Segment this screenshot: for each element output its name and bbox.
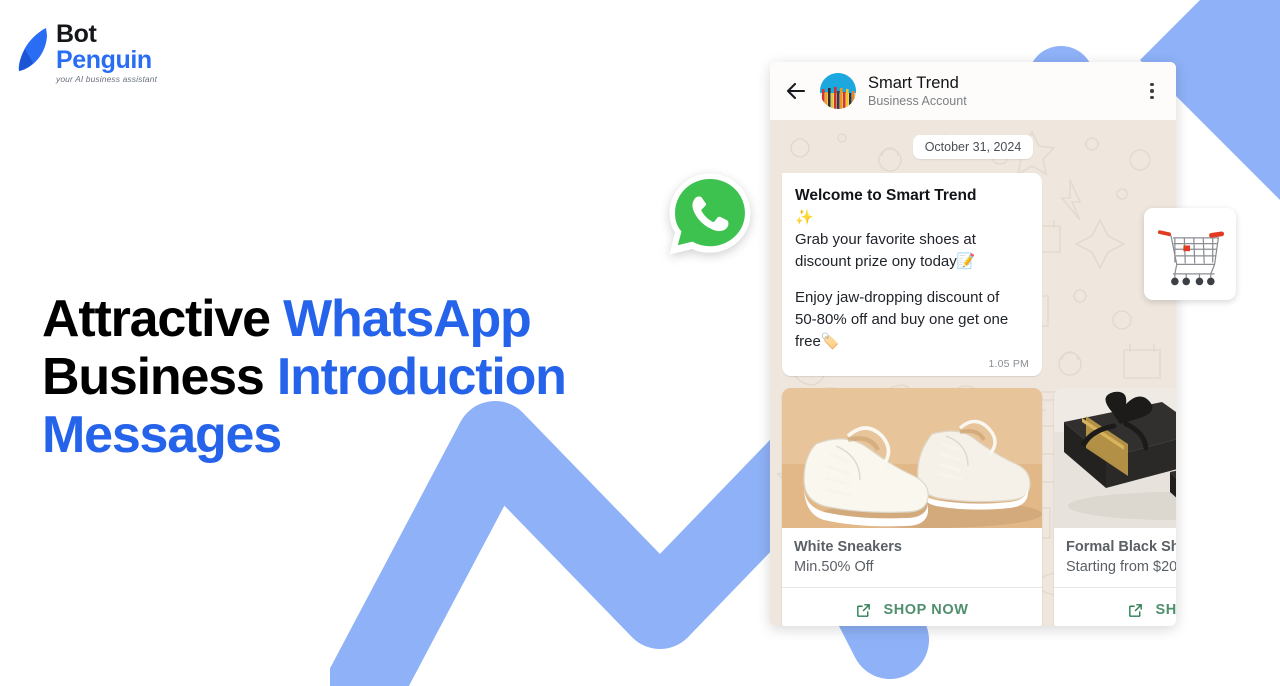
page-title: Attractive WhatsApp Business Introductio…	[42, 290, 662, 464]
logo-word-bot: Bot	[56, 20, 97, 48]
headline-part-1: Attractive	[42, 289, 284, 348]
chat-contact-subtitle: Business Account	[868, 93, 967, 108]
product-info: Formal Black Shoes Starting from $20	[1054, 528, 1176, 587]
white-sneakers-photo	[782, 388, 1042, 528]
headline-part-5: Messages	[42, 405, 282, 464]
date-divider-row: October 31, 2024	[782, 120, 1164, 159]
white-sneakers-image	[782, 388, 1042, 528]
shop-now-button[interactable]: SHOP NOW	[782, 587, 1042, 626]
product-card[interactable]: Formal Black Shoes Starting from $20 SHO…	[1054, 388, 1176, 626]
chat-body: October 31, 2024 Welcome to Smart Trend …	[770, 120, 1176, 626]
product-card-carousel[interactable]: White Sneakers Min.50% Off SHOP NOW Form…	[782, 388, 1176, 626]
shop-now-label: SHOP NOW	[1155, 602, 1176, 618]
bubble-line-5-text: free	[795, 333, 821, 350]
shopping-cart-icon	[1157, 230, 1225, 286]
shop-now-button[interactable]: SHOP NOW	[1054, 587, 1176, 626]
shop-now-label: SHOP NOW	[883, 602, 969, 618]
headline-part-4: Introduction	[276, 347, 567, 406]
whatsapp-chat-panel: Smart Trend Business Account October 31,…	[770, 62, 1176, 626]
avatar[interactable]	[820, 73, 856, 109]
product-title: Formal Black Shoes	[1066, 539, 1176, 555]
bubble-title: Welcome to Smart Trend	[795, 187, 977, 204]
memo-emoji: 📝	[956, 253, 976, 270]
bubble-line-3: Enjoy jaw-dropping discount of	[795, 289, 1000, 306]
tag-emoji: 🏷️	[820, 333, 840, 350]
external-link-icon	[857, 603, 871, 617]
chat-contact-name: Smart Trend	[868, 73, 959, 92]
penguin-icon	[18, 28, 47, 71]
logo-tagline: your AI business assistant	[56, 74, 158, 84]
product-title: White Sneakers	[794, 539, 902, 555]
bubble-line-5: free🏷️	[795, 332, 1029, 352]
product-info: White Sneakers Min.50% Off	[782, 528, 1042, 587]
bubble-line-2-text: discount prize ony today	[795, 253, 957, 270]
bubble-line-4: 50-80% off and buy one get one	[795, 311, 1009, 328]
bubble-line-2: discount prize ony today📝	[795, 252, 1029, 272]
bubble-line-1: Grab your favorite shoes at	[795, 231, 976, 248]
chat-message-list[interactable]: October 31, 2024 Welcome to Smart Trend …	[782, 120, 1176, 626]
avatar-image	[820, 73, 856, 109]
external-link-icon	[1129, 603, 1143, 617]
headline-part-2: WhatsApp	[283, 289, 532, 348]
product-subtitle: Starting from $20	[1066, 559, 1176, 575]
date-divider: October 31, 2024	[912, 135, 1034, 159]
bubble-sparkle-emoji: ✨	[795, 209, 814, 226]
back-arrow-icon[interactable]	[784, 79, 808, 103]
product-subtitle: Min.50% Off	[794, 559, 874, 575]
formal-black-shoes-photo	[1054, 388, 1176, 528]
kebab-menu-icon[interactable]	[1142, 79, 1162, 103]
product-card[interactable]: White Sneakers Min.50% Off SHOP NOW	[782, 388, 1042, 626]
chat-title-block: Smart Trend Business Account	[868, 74, 1142, 109]
message-timestamp: 1.05 PM	[988, 358, 1029, 370]
brand-logo[interactable]: Bot Penguin your AI business assistant	[16, 22, 157, 84]
formal-black-shoes-image	[1054, 388, 1176, 528]
shopping-cart-card	[1144, 208, 1236, 300]
chat-header: Smart Trend Business Account	[770, 62, 1176, 120]
chat-bubble-incoming: Welcome to Smart Trend ✨ Grab your favor…	[782, 173, 1042, 376]
headline-part-3: Business	[42, 347, 277, 406]
logo-word-penguin: Penguin	[56, 46, 152, 74]
whatsapp-logo-icon	[669, 173, 751, 255]
